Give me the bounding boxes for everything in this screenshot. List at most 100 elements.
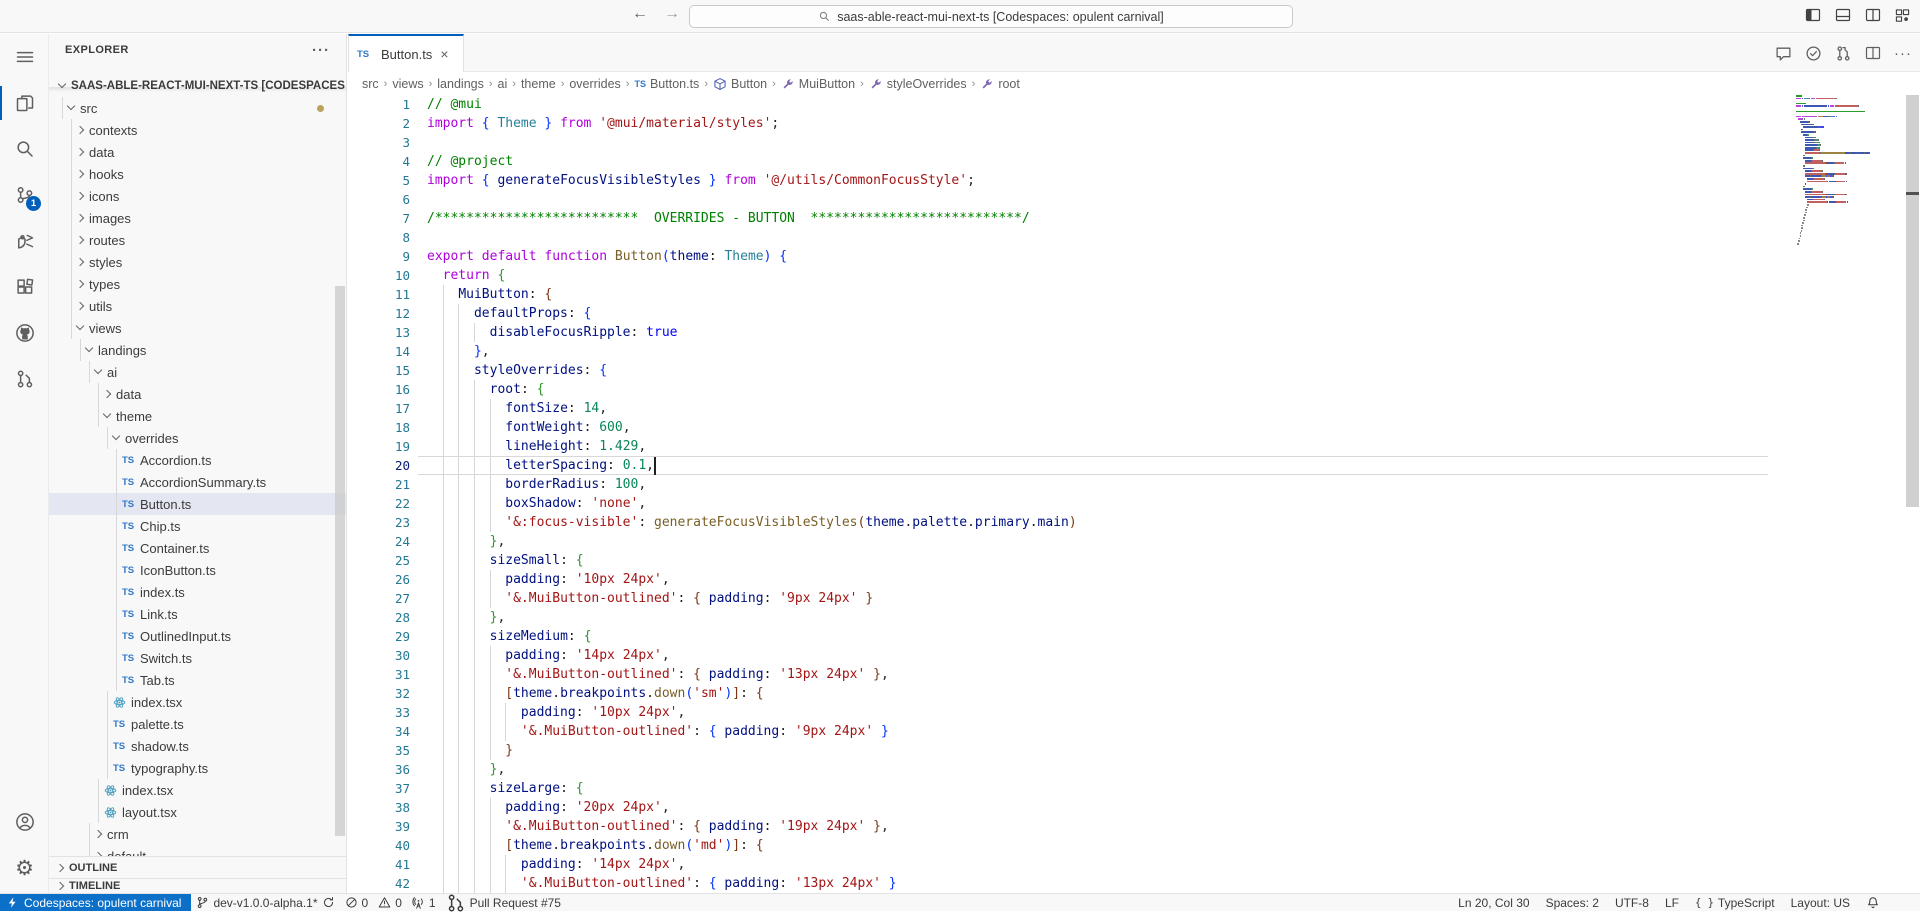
- tree-item-images[interactable]: images: [49, 207, 346, 229]
- code-line[interactable]: 18 fontWeight: 600,: [348, 418, 1780, 437]
- code-line[interactable]: 9export default function Button(theme: T…: [348, 247, 1780, 266]
- scm-graph-icon[interactable]: [1835, 45, 1852, 62]
- tree-item-container.ts[interactable]: TSContainer.ts: [49, 537, 346, 559]
- breadcrumb-src[interactable]: src: [362, 77, 379, 91]
- tree-item-utils[interactable]: utils: [49, 295, 346, 317]
- code-line[interactable]: 31 '&.MuiButton-outlined': { padding: '1…: [348, 665, 1780, 684]
- status-branch[interactable]: dev-v1.0.0-alpha.1*: [191, 894, 339, 911]
- code-line[interactable]: 15 styleOverrides: {: [348, 361, 1780, 380]
- close-icon[interactable]: ×: [440, 46, 448, 62]
- code-line[interactable]: 39 '&.MuiButton-outlined': { padding: '1…: [348, 817, 1780, 836]
- status-warning[interactable]: 0: [373, 894, 407, 911]
- status-spaces-2[interactable]: Spaces: 2: [1546, 896, 1599, 910]
- code-line[interactable]: 38 padding: '20px 24px',: [348, 798, 1780, 817]
- code-line[interactable]: 5import { generateFocusVisibleStyles } f…: [348, 171, 1780, 190]
- tree-item-ai[interactable]: ai: [49, 361, 346, 383]
- status-typescript[interactable]: { }TypeScript: [1695, 896, 1775, 910]
- code-line[interactable]: 2import { Theme } from '@mui/material/st…: [348, 114, 1780, 133]
- status-bell[interactable]: [1866, 896, 1880, 910]
- remote-indicator[interactable]: Codespaces: opulent carnival: [0, 894, 191, 911]
- tree-item-src[interactable]: src: [49, 97, 346, 119]
- breadcrumb-button.ts[interactable]: TSButton.ts: [634, 77, 699, 91]
- layout-sidebar-left-icon[interactable]: [1805, 7, 1821, 23]
- tree-item-layout.tsx[interactable]: layout.tsx: [49, 801, 346, 823]
- tree-item-routes[interactable]: routes: [49, 229, 346, 251]
- tree-item-iconbutton.ts[interactable]: TSIconButton.ts: [49, 559, 346, 581]
- code-line[interactable]: 12 defaultProps: {: [348, 304, 1780, 323]
- code-line[interactable]: 4// @project: [348, 152, 1780, 171]
- activity-explorer[interactable]: [0, 80, 49, 126]
- command-center-search[interactable]: saas-able-react-mui-next-ts [Codespaces:…: [689, 5, 1293, 28]
- activity-accounts[interactable]: [0, 799, 49, 845]
- tree-item-styles[interactable]: styles: [49, 251, 346, 273]
- activity-run-debug[interactable]: [0, 218, 49, 264]
- tree-item-crm[interactable]: crm: [49, 823, 346, 845]
- code-line[interactable]: 20 letterSpacing: 0.1,: [348, 456, 1780, 475]
- tree-item-contexts[interactable]: contexts: [49, 119, 346, 141]
- tree-item-link.ts[interactable]: TSLink.ts: [49, 603, 346, 625]
- code-line[interactable]: 27 '&.MuiButton-outlined': { padding: '9…: [348, 589, 1780, 608]
- activity-source-control[interactable]: 1: [0, 172, 49, 218]
- code-line[interactable]: 23 '&:focus-visible': generateFocusVisib…: [348, 513, 1780, 532]
- layout-panel-icon[interactable]: [1835, 7, 1851, 23]
- code-line[interactable]: 37 sizeLarge: {: [348, 779, 1780, 798]
- section-timeline[interactable]: TIMELINE: [49, 878, 346, 893]
- back-icon[interactable]: ←: [632, 5, 648, 23]
- tree-item-chip.ts[interactable]: TSChip.ts: [49, 515, 346, 537]
- breadcrumb-styleoverrides[interactable]: styleOverrides: [869, 77, 967, 91]
- breadcrumb-overrides[interactable]: overrides: [569, 77, 620, 91]
- scrollbar-thumb[interactable]: [1906, 95, 1919, 507]
- code-line[interactable]: 25 sizeSmall: {: [348, 551, 1780, 570]
- section-outline[interactable]: OUTLINE: [49, 856, 346, 878]
- customize-layout-icon[interactable]: [1895, 8, 1910, 23]
- code-line[interactable]: 41 padding: '14px 24px',: [348, 855, 1780, 874]
- comment-icon[interactable]: [1775, 45, 1792, 62]
- code-line[interactable]: 22 boxShadow: 'none',: [348, 494, 1780, 513]
- forward-icon[interactable]: →: [664, 5, 680, 23]
- code-line[interactable]: 19 lineHeight: 1.429,: [348, 437, 1780, 456]
- tree-item-index.tsx[interactable]: index.tsx: [49, 691, 346, 713]
- code-line[interactable]: 17 fontSize: 14,: [348, 399, 1780, 418]
- code-line[interactable]: 13 disableFocusRipple: true: [348, 323, 1780, 342]
- split-editor-icon[interactable]: [1865, 7, 1881, 23]
- code-line[interactable]: 16 root: {: [348, 380, 1780, 399]
- tree-item-index.tsx[interactable]: index.tsx: [49, 779, 346, 801]
- minimap[interactable]: [1796, 95, 1904, 893]
- tree-item-data[interactable]: data: [49, 383, 346, 405]
- check-circle-icon[interactable]: [1805, 45, 1822, 62]
- split-editor-icon[interactable]: [1865, 45, 1881, 61]
- breadcrumb-views[interactable]: views: [392, 77, 423, 91]
- activity-menu[interactable]: [0, 34, 49, 80]
- code-line[interactable]: 30 padding: '14px 24px',: [348, 646, 1780, 665]
- code-line[interactable]: 34 '&.MuiButton-outlined': { padding: '9…: [348, 722, 1780, 741]
- code-line[interactable]: 29 sizeMedium: {: [348, 627, 1780, 646]
- code-line[interactable]: 33 padding: '10px 24px',: [348, 703, 1780, 722]
- tree-item-outlinedinput.ts[interactable]: TSOutlinedInput.ts: [49, 625, 346, 647]
- tree-item-landings[interactable]: landings: [49, 339, 346, 361]
- activity-search[interactable]: [0, 126, 49, 172]
- editor-scrollbar[interactable]: [1905, 95, 1920, 893]
- code-line[interactable]: 6: [348, 190, 1780, 209]
- tree-item-icons[interactable]: icons: [49, 185, 346, 207]
- breadcrumb-landings[interactable]: landings: [437, 77, 484, 91]
- breadcrumb-muibutton[interactable]: MuiButton: [781, 77, 855, 91]
- code-line[interactable]: 21 borderRadius: 100,: [348, 475, 1780, 494]
- activity-github[interactable]: [0, 310, 49, 356]
- code-line[interactable]: 1// @mui: [348, 95, 1780, 114]
- breadcrumb-button[interactable]: Button: [713, 77, 767, 91]
- tree-item-palette.ts[interactable]: TSpalette.ts: [49, 713, 346, 735]
- tree-item-index.ts[interactable]: TSindex.ts: [49, 581, 346, 603]
- code-line[interactable]: 11 MuiButton: {: [348, 285, 1780, 304]
- code-line[interactable]: 8: [348, 228, 1780, 247]
- tree-item-types[interactable]: types: [49, 273, 346, 295]
- tree-item-theme[interactable]: theme: [49, 405, 346, 427]
- code-line[interactable]: 10 return {: [348, 266, 1780, 285]
- tree-item-switch.ts[interactable]: TSSwitch.ts: [49, 647, 346, 669]
- status-pr[interactable]: Pull Request #75: [441, 894, 566, 911]
- activity-settings[interactable]: ⚙: [0, 845, 49, 891]
- tree-item-accordionsummary.ts[interactable]: TSAccordionSummary.ts: [49, 471, 346, 493]
- code-line[interactable]: 36 },: [348, 760, 1780, 779]
- code-line[interactable]: 14 },: [348, 342, 1780, 361]
- status-radio-tower[interactable]: 1: [407, 894, 441, 911]
- status-ln-20-col-30[interactable]: Ln 20, Col 30: [1458, 896, 1529, 910]
